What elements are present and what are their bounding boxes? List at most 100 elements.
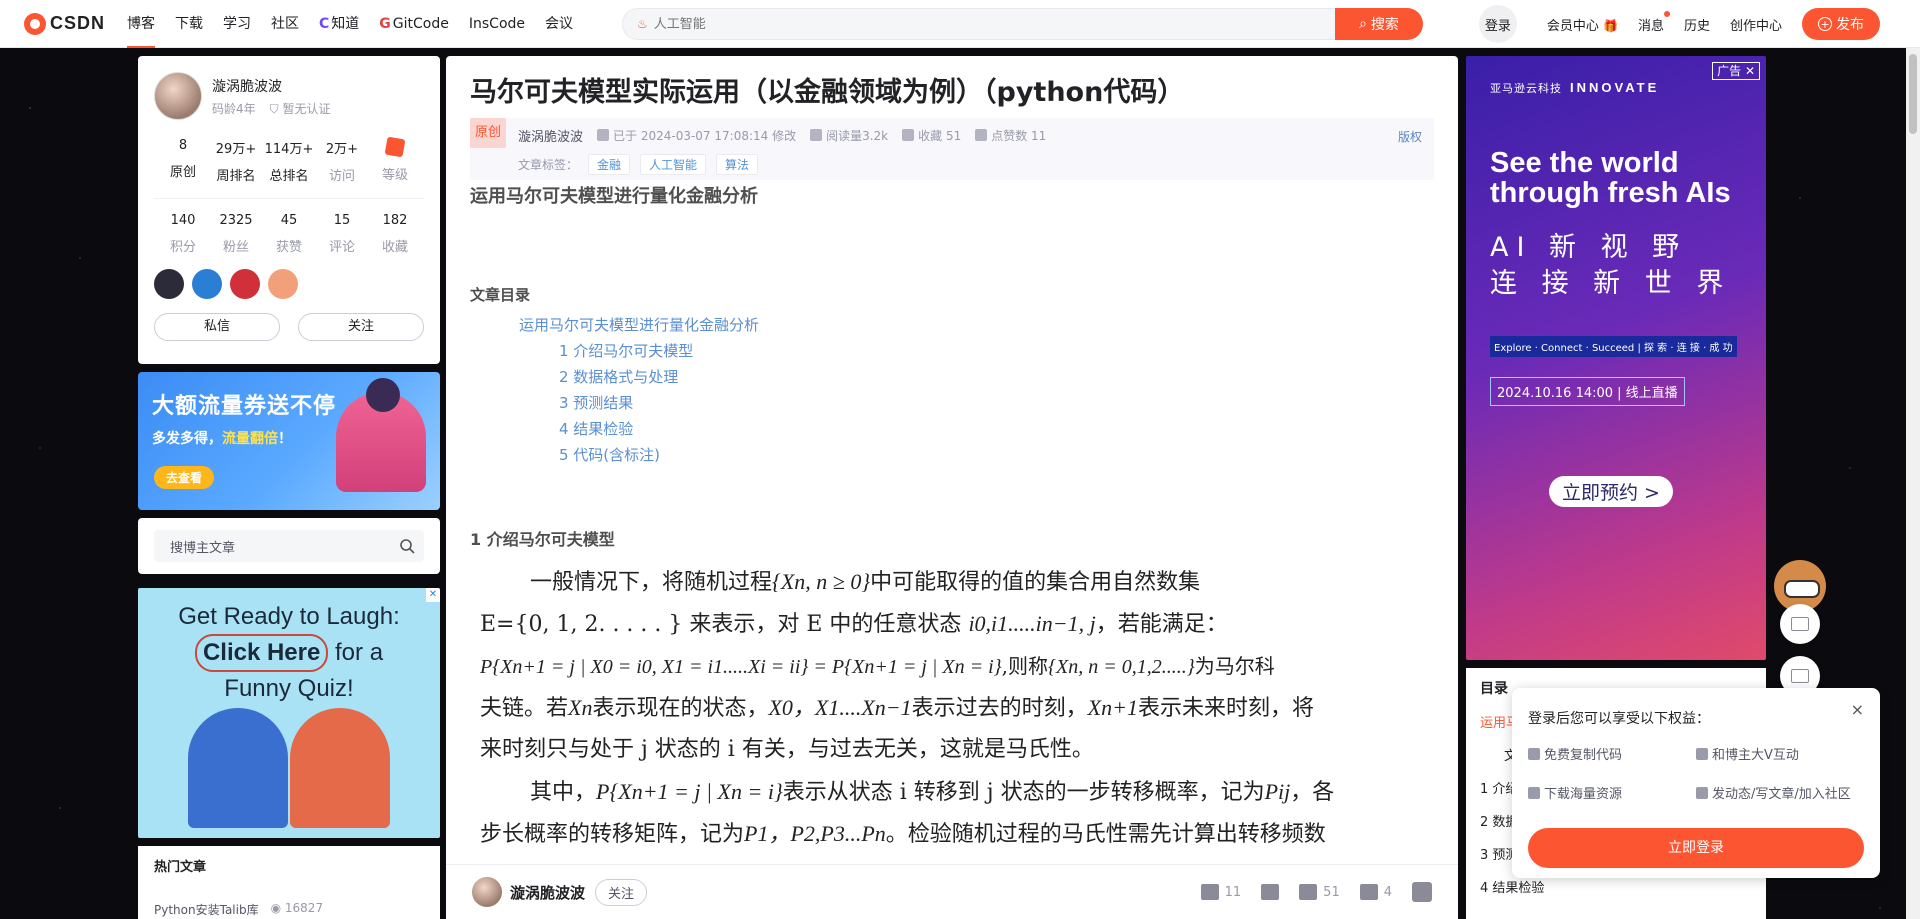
aws-event-date: 2024.10.16 14:00 | 线上直播 bbox=[1490, 377, 1685, 406]
login-button[interactable]: 登录 bbox=[1478, 5, 1517, 43]
toc-link[interactable]: 运用马尔可夫模型进行量化金融分析 bbox=[519, 314, 759, 335]
thumb-up-icon bbox=[1200, 884, 1219, 900]
search-icon[interactable] bbox=[390, 530, 424, 562]
stat-original[interactable]: 8 原创 bbox=[158, 138, 208, 184]
favorite-button[interactable]: 51 bbox=[1299, 884, 1340, 900]
nav-inscode[interactable]: InsCode bbox=[469, 0, 525, 48]
comment-button[interactable]: 4 bbox=[1359, 884, 1392, 900]
side-toc-item[interactable]: 4 结果检验 bbox=[1480, 877, 1752, 896]
ad-info-icon[interactable]: ✕ bbox=[426, 588, 440, 602]
scroll-thumb[interactable] bbox=[1909, 54, 1917, 134]
chart-float-button[interactable] bbox=[1780, 604, 1820, 644]
history-link[interactable]: 历史 bbox=[1684, 15, 1710, 34]
stat-label: 原创 bbox=[169, 165, 196, 180]
pen-icon bbox=[1696, 786, 1708, 799]
login-now-button[interactable]: 立即登录 bbox=[1528, 828, 1864, 868]
original-tag: 原创 bbox=[470, 118, 506, 148]
global-search-input[interactable] bbox=[653, 16, 1294, 32]
creator-center-link[interactable]: 创作中心 bbox=[1730, 15, 1782, 34]
close-icon[interactable]: × bbox=[1851, 700, 1864, 719]
quiz-advertisement[interactable]: ✕ Get Ready to Laugh: Click Here for a F… bbox=[138, 588, 440, 838]
badge-icon[interactable] bbox=[154, 269, 184, 299]
close-icon[interactable]: ✕ bbox=[1745, 64, 1755, 78]
global-search: ♨ ⌕ 搜索 bbox=[622, 8, 1423, 40]
stat-label: 周排名 bbox=[216, 169, 256, 184]
toc-link[interactable]: 2 数据格式与处理 bbox=[559, 366, 678, 387]
left-sidebar: 漩涡脆波波 码龄4年 ⛉ 暂无认证 8 原创 29万+ 周排名 114万+ 总排名 2… bbox=[138, 56, 440, 919]
stat-total-rank[interactable]: 114万+ 总排名 bbox=[264, 138, 314, 184]
share-button[interactable] bbox=[1412, 882, 1432, 902]
text-run: 表示未来时刻，将 bbox=[1137, 696, 1314, 721]
shield-icon: ⛉ bbox=[269, 101, 279, 116]
dislike-button[interactable] bbox=[1261, 884, 1280, 900]
nav-blog[interactable]: 博客 bbox=[127, 0, 156, 48]
messages-link[interactable]: 消息 bbox=[1638, 10, 1670, 34]
stat-value: 182 bbox=[382, 213, 408, 228]
nav-zhidao[interactable]: C 知道 bbox=[319, 0, 359, 48]
nav-download[interactable]: 下载 bbox=[175, 0, 203, 48]
stat-value: 45 bbox=[280, 213, 298, 228]
blog-search-input[interactable]: 搜博主文章 bbox=[154, 530, 424, 562]
paragraph-line: 夫链。若Xn表示现在的状态，X0，X1....Xn−1表示过去的时刻，Xn+1表… bbox=[480, 687, 1424, 730]
ad-label[interactable]: 广告 ✕ bbox=[1712, 62, 1760, 80]
nav-meeting[interactable]: 会议 bbox=[545, 0, 573, 48]
author-name[interactable]: 漩涡脆波波 bbox=[510, 882, 585, 903]
main-nav: 博客 下载 学习 社区 C 知道 G GitCode InsCode 会议 bbox=[117, 0, 583, 48]
csdn-logo[interactable]: CSDN bbox=[24, 12, 105, 35]
search-button[interactable]: ⌕ 搜索 bbox=[1335, 8, 1423, 40]
paragraph-line: E={0, 1, 2. . . . . } 来表示，对 E 中的任意状态 i0,… bbox=[480, 603, 1424, 646]
page-scrollbar[interactable] bbox=[1906, 48, 1920, 919]
person-illustration bbox=[290, 708, 390, 828]
badge-icon[interactable] bbox=[230, 269, 260, 299]
toc-link[interactable]: 1 介绍马尔可夫模型 bbox=[559, 340, 693, 361]
thumb-down-icon bbox=[1261, 884, 1280, 900]
meta-author[interactable]: 漩涡脆波波 bbox=[518, 126, 583, 145]
article-meta-box: 原创 漩涡脆波波 已于 2024-03-07 17:08:14 修改 阅读量3.… bbox=[470, 118, 1434, 180]
author-avatar[interactable] bbox=[472, 877, 502, 907]
code-icon bbox=[1528, 747, 1540, 760]
tag-ai[interactable]: 人工智能 bbox=[640, 154, 707, 175]
section-heading-1: 1 介绍马尔可夫模型 bbox=[470, 530, 615, 549]
tag-finance[interactable]: 金融 bbox=[588, 154, 631, 175]
toc-link[interactable]: 3 预测结果 bbox=[559, 392, 633, 413]
private-message-button[interactable]: 私信 bbox=[154, 313, 280, 341]
nav-gitcode[interactable]: G GitCode bbox=[379, 0, 449, 48]
like-button[interactable]: 11 bbox=[1200, 884, 1241, 900]
meta-likes[interactable]: 点赞数 11 bbox=[975, 127, 1046, 144]
stat-week-rank[interactable]: 29万+ 周排名 bbox=[211, 138, 261, 184]
toc-link[interactable]: 4 结果检验 bbox=[559, 418, 633, 439]
achievement-badges bbox=[154, 269, 424, 299]
paragraph-line: 步长概率的转移矩阵，记为P1，P2,P3...Pn。检验随机过程的马氏性需先计算… bbox=[480, 813, 1424, 856]
level-icon bbox=[384, 136, 406, 158]
hot-article-item[interactable]: Python安装Talib库 ◉ 16827 bbox=[154, 901, 424, 918]
meta-date-text: 已于 2024-03-07 17:08:14 修改 bbox=[613, 129, 797, 143]
member-center-link[interactable]: 会员中心 🎁 bbox=[1547, 15, 1618, 34]
quiz-line-2-rest: for a bbox=[328, 639, 384, 666]
author-avatar[interactable] bbox=[154, 72, 202, 120]
hot-article-title[interactable]: Python安装Talib库 bbox=[154, 901, 259, 918]
traffic-coupon-banner[interactable]: 大额流量券送不停 多发多得，流量翻倍！ 去查看 bbox=[138, 372, 440, 510]
nav-learn[interactable]: 学习 bbox=[223, 0, 251, 48]
copyright-link[interactable]: 版权 bbox=[1398, 128, 1422, 145]
quiz-click-button[interactable]: Click Here bbox=[194, 634, 329, 672]
meta-favs[interactable]: 收藏 51 bbox=[902, 127, 961, 144]
follow-button[interactable]: 关注 bbox=[595, 878, 648, 906]
nav-zhidao-label: 知道 bbox=[331, 15, 360, 32]
badge-icon[interactable] bbox=[268, 269, 298, 299]
stat-value: 29万+ bbox=[215, 142, 257, 157]
stat-fans[interactable]: 2325 粉丝 bbox=[211, 213, 261, 255]
author-name[interactable]: 漩涡脆波波 bbox=[212, 76, 331, 96]
article-title: 马尔可夫模型实际运用（以金融领域为例）（python代码） bbox=[470, 77, 1185, 108]
nav-community[interactable]: 社区 bbox=[271, 0, 299, 48]
promo-view-button[interactable]: 去查看 bbox=[154, 466, 215, 489]
publish-button[interactable]: + 发布 bbox=[1802, 8, 1880, 40]
tag-algorithm[interactable]: 算法 bbox=[716, 154, 759, 175]
nav-gitcode-label: GitCode bbox=[392, 15, 449, 32]
math-expr: i0,i1.....in−1, j bbox=[968, 611, 1096, 636]
aws-reserve-button[interactable]: 立即预约 > bbox=[1549, 476, 1673, 507]
aws-innovate-ad[interactable]: 广告 ✕ 亚马逊云科技 INNOVATE See the world throug… bbox=[1466, 56, 1766, 660]
stat-level[interactable]: 等级 bbox=[370, 136, 420, 184]
follow-button[interactable]: 关注 bbox=[298, 313, 424, 341]
toc-link[interactable]: 5 代码(含标注) bbox=[559, 444, 660, 465]
badge-icon[interactable] bbox=[192, 269, 222, 299]
